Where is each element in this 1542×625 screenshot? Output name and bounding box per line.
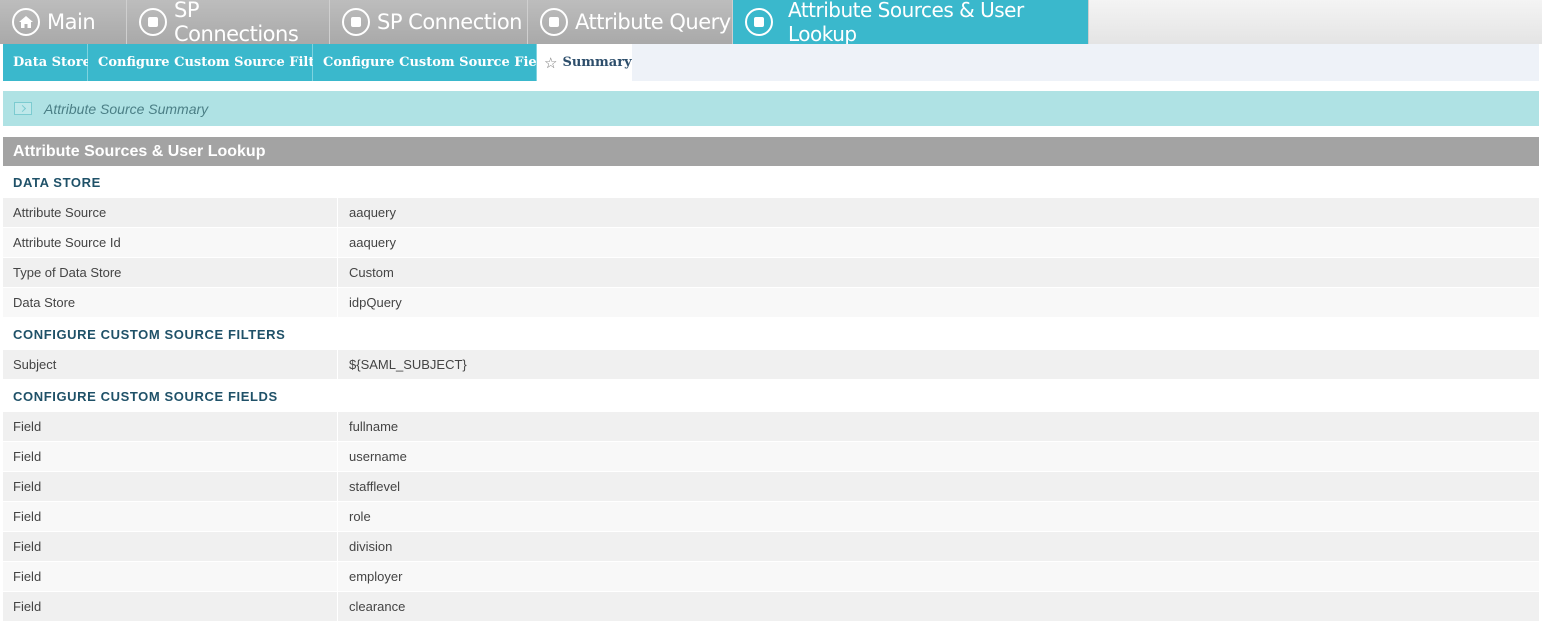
row-label: Field: [3, 442, 338, 471]
row-label: Subject: [3, 350, 338, 379]
table-row: Attribute Source aaquery: [3, 198, 1539, 228]
square-dot-icon: [139, 8, 167, 36]
table-row: Data Store idpQuery: [3, 288, 1539, 318]
row-label: Field: [3, 592, 338, 621]
row-value: idpQuery: [349, 295, 402, 310]
row-value: username: [349, 449, 407, 464]
subtab-data-store[interactable]: Data Store: [3, 44, 91, 81]
tab-attribute-sources-user-lookup[interactable]: Attribute Sources & User Lookup: [733, 0, 1089, 46]
table-row: Field clearance: [3, 592, 1539, 622]
group-title: DATA STORE: [3, 166, 1539, 198]
tab-sp-connection-label: SP Connection: [377, 10, 523, 34]
subtab-custom-source-fields-label: Configure Custom Source Fields: [323, 55, 559, 70]
row-value: employer: [349, 569, 403, 584]
subtab-data-store-label: Data Store: [13, 55, 91, 70]
row-label: Type of Data Store: [3, 258, 338, 287]
tab-sp-connection[interactable]: SP Connection: [330, 0, 528, 44]
top-navigation: Main SP Connections SP Connection Attrib…: [0, 0, 1542, 46]
row-label: Data Store: [3, 288, 338, 317]
row-label: Field: [3, 472, 338, 501]
tab-attribute-sources-label: Attribute Sources & User Lookup: [788, 0, 1024, 46]
square-dot-icon: [342, 8, 370, 36]
table-row: Subject ${SAML_SUBJECT}: [3, 350, 1539, 380]
row-value: ${SAML_SUBJECT}: [349, 357, 467, 372]
row-label: Field: [3, 502, 338, 531]
subtab-summary[interactable]: ☆ Summary: [537, 44, 632, 81]
square-dot-icon: [540, 8, 568, 36]
table-row: Attribute Source Id aaquery: [3, 228, 1539, 258]
row-label: Field: [3, 532, 338, 561]
row-value: aaquery: [349, 205, 396, 220]
subtab-custom-source-filters-label: Configure Custom Source Filters: [98, 55, 337, 70]
tab-main-label: Main: [47, 10, 96, 34]
tab-attribute-query-label: Attribute Query: [575, 10, 731, 34]
row-value: stafflevel: [349, 479, 401, 494]
row-value: clearance: [349, 599, 406, 614]
home-icon: [12, 8, 40, 36]
tab-main[interactable]: Main: [0, 0, 127, 44]
row-label: Attribute Source: [3, 198, 338, 227]
tab-sp-connections[interactable]: SP Connections: [127, 0, 330, 46]
row-value: role: [349, 509, 371, 524]
subtab-custom-source-fields[interactable]: Configure Custom Source Fields: [313, 44, 558, 81]
star-icon: ☆: [544, 53, 558, 72]
row-value: aaquery: [349, 235, 396, 250]
tab-sp-connections-label: SP Connections: [174, 0, 299, 46]
row-value: fullname: [349, 419, 399, 434]
table-row: Field employer: [3, 562, 1539, 592]
table-row: Type of Data Store Custom: [3, 258, 1539, 288]
group-title: CONFIGURE CUSTOM SOURCE FIELDS: [3, 380, 1539, 412]
console-icon: [14, 102, 32, 115]
row-value: Custom: [349, 265, 394, 280]
row-value: division: [349, 539, 393, 554]
square-dot-icon: [745, 8, 773, 36]
row-label: Field: [3, 412, 338, 441]
subtab-summary-label: Summary: [562, 55, 632, 70]
summary-table: DATA STORE Attribute Source aaquery Attribu…: [3, 166, 1539, 622]
subtab-custom-source-filters[interactable]: Configure Custom Source Filters: [88, 44, 337, 81]
sub-navigation: Data Store Configure Custom Source Filte…: [3, 44, 1539, 81]
table-row: Field username: [3, 442, 1539, 472]
group-title: CONFIGURE CUSTOM SOURCE FILTERS: [3, 318, 1539, 350]
row-label: Attribute Source Id: [3, 228, 338, 257]
tab-attribute-query[interactable]: Attribute Query: [528, 0, 733, 44]
table-row: Field division: [3, 532, 1539, 562]
table-row: Field fullname: [3, 412, 1539, 442]
row-label: Field: [3, 562, 338, 591]
page-heading-bar: Attribute Source Summary: [3, 91, 1539, 126]
table-row: Field role: [3, 502, 1539, 532]
page-title: Attribute Source Summary: [44, 100, 209, 117]
table-row: Field stafflevel: [3, 472, 1539, 502]
section-header: Attribute Sources & User Lookup: [3, 137, 1539, 166]
